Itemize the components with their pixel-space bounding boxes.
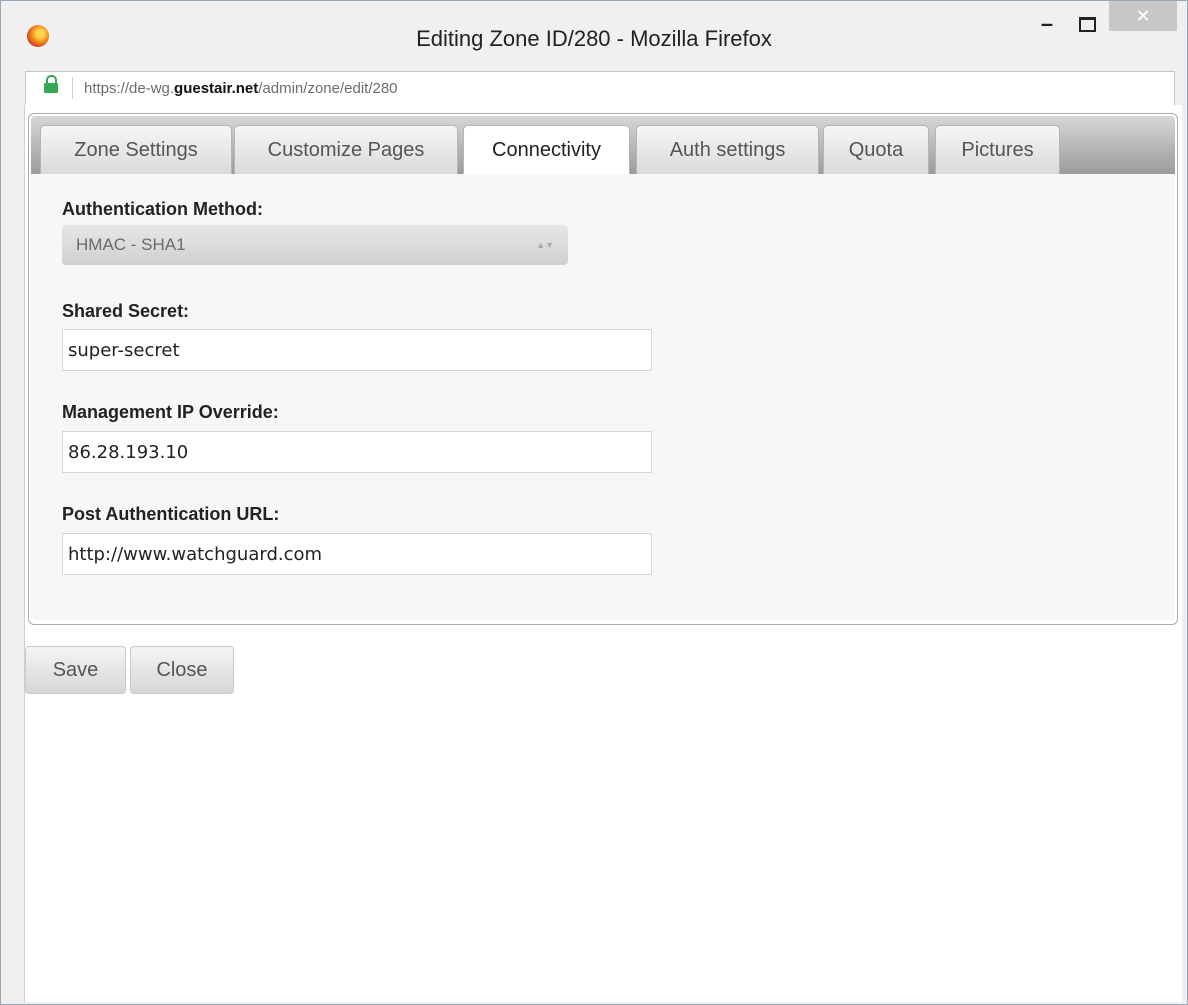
mgmt-ip-label: Management IP Override:	[62, 402, 279, 422]
url-domain: guestair.net	[174, 80, 259, 97]
tab-quota[interactable]: Quota	[823, 125, 929, 174]
url-bar[interactable]: https://de-wg.guestair.net/admin/zone/ed…	[25, 71, 1175, 106]
auth-method-select[interactable]: HMAC - SHA1 ▲▼	[62, 225, 568, 265]
auth-method-label: Authentication Method:	[62, 199, 263, 219]
window-title: Editing Zone ID/280 - Mozilla Firefox	[416, 26, 772, 51]
tab-pictures[interactable]: Pictures	[935, 125, 1060, 174]
shared-secret-label: Shared Secret:	[62, 301, 190, 321]
minimize-button[interactable]: –	[1027, 9, 1067, 39]
select-arrow-icon: ▲▼	[536, 240, 554, 250]
tab-panel: Zone Settings Customize Pages Connectivi…	[28, 113, 1178, 625]
maximize-icon	[1078, 16, 1096, 32]
shared-secret-input[interactable]	[62, 329, 652, 371]
post-auth-url-label: Post Authentication URL:	[62, 504, 280, 524]
tab-zone-settings[interactable]: Zone Settings	[40, 125, 232, 174]
close-window-button[interactable]: ✕	[1109, 1, 1177, 31]
connectivity-form: Authentication Method: HMAC - SHA1 ▲▼ Sh…	[31, 174, 1175, 620]
url-prefix: https://de-wg.	[84, 80, 175, 97]
save-button[interactable]: Save	[25, 646, 126, 694]
tab-connectivity[interactable]: Connectivity	[463, 125, 630, 175]
lock-icon	[44, 75, 58, 93]
maximize-button[interactable]	[1067, 9, 1107, 39]
title-bar[interactable]: Editing Zone ID/280 - Mozilla Firefox – …	[1, 1, 1187, 63]
url-path: /admin/zone/edit/280	[258, 80, 398, 97]
page-content: Zone Settings Customize Pages Connectivi…	[24, 105, 1182, 1002]
browser-window: Editing Zone ID/280 - Mozilla Firefox – …	[0, 0, 1188, 1005]
url-separator	[72, 77, 73, 99]
tab-customize-pages[interactable]: Customize Pages	[234, 125, 458, 174]
tab-strip: Zone Settings Customize Pages Connectivi…	[31, 116, 1175, 175]
auth-method-value: HMAC - SHA1	[76, 235, 186, 254]
tab-auth-settings[interactable]: Auth settings	[636, 125, 819, 174]
close-button[interactable]: Close	[130, 646, 234, 694]
post-auth-url-input[interactable]	[62, 533, 652, 575]
mgmt-ip-input[interactable]	[62, 431, 652, 473]
url-text[interactable]: https://de-wg.guestair.net/admin/zone/ed…	[84, 80, 398, 97]
